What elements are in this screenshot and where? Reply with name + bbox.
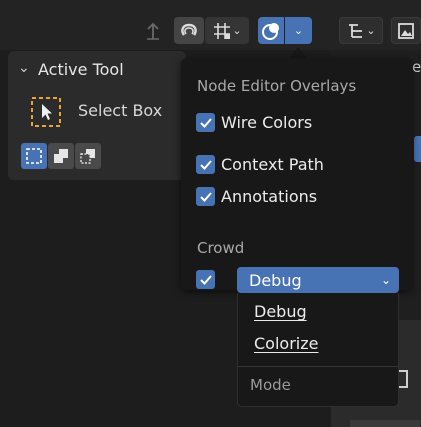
parent-node-tree-button[interactable]	[140, 17, 166, 44]
snap-element-dropdown[interactable]: ⌄	[205, 17, 249, 44]
image-view-button[interactable]	[391, 17, 421, 44]
wire-colors-label: Wire Colors	[221, 113, 313, 132]
chevron-down-icon: ⌄	[232, 24, 242, 37]
mode-extend-button[interactable]	[48, 143, 74, 169]
wire-colors-toggle[interactable]: Wire Colors	[196, 113, 312, 132]
crowd-mode-select[interactable]: Debug ⌄	[237, 267, 399, 293]
select-box-icon	[30, 96, 62, 128]
snap-toggle-button[interactable]	[174, 17, 204, 44]
context-path-label: Context Path	[221, 155, 324, 174]
overlays-toggle-button[interactable]	[258, 17, 284, 44]
annotations-label: Annotations	[221, 187, 318, 206]
check-icon	[196, 187, 215, 206]
overlays-dropdown-button[interactable]: ⌄	[285, 17, 312, 44]
outliner-icon	[349, 23, 363, 38]
menu-item-colorize[interactable]: Colorize	[254, 334, 318, 353]
menu-footer-label: Mode	[250, 376, 291, 394]
select-new-icon	[26, 148, 42, 164]
menu-separator	[238, 366, 398, 367]
annotations-toggle[interactable]: Annotations	[196, 187, 317, 206]
crowd-toggle[interactable]	[196, 270, 215, 289]
arrow-up-icon	[147, 22, 159, 40]
menu-item-debug[interactable]: Debug	[254, 302, 307, 321]
sidebar-footer	[350, 420, 420, 427]
mode-new-button[interactable]	[21, 143, 47, 169]
panel-title[interactable]: Active Tool	[38, 60, 124, 79]
magnet-icon	[181, 23, 197, 36]
sidebar-partial-text: e	[412, 58, 421, 76]
sidebar-tab-active[interactable]	[414, 136, 421, 162]
context-path-toggle[interactable]: Context Path	[196, 155, 324, 174]
check-icon	[196, 270, 215, 289]
active-tool-label: Select Box	[78, 101, 163, 120]
popover-arrow	[289, 47, 307, 58]
crowd-mode-menu: Debug Colorize Mode	[237, 293, 399, 407]
grid-snap-icon	[214, 22, 231, 39]
chevron-down-icon[interactable]: ⌄	[18, 60, 30, 76]
panel-bracket-icon	[398, 370, 408, 388]
check-icon	[196, 113, 215, 132]
overlays-heading: Node Editor Overlays	[197, 77, 357, 95]
chevron-down-icon: ⌄	[366, 24, 376, 37]
crowd-heading: Crowd	[197, 239, 245, 257]
sidebar-view-dropdown[interactable]: ⌄	[339, 17, 383, 44]
select-subtract-icon	[80, 149, 95, 164]
crowd-mode-value: Debug	[249, 270, 302, 290]
chevron-down-icon: ⌄	[380, 273, 391, 287]
image-icon	[398, 22, 414, 39]
select-extend-icon	[54, 149, 68, 163]
check-icon	[196, 155, 215, 174]
overlays-icon	[262, 22, 279, 40]
chevron-down-icon: ⌄	[293, 24, 304, 37]
mode-subtract-button[interactable]	[75, 143, 101, 169]
